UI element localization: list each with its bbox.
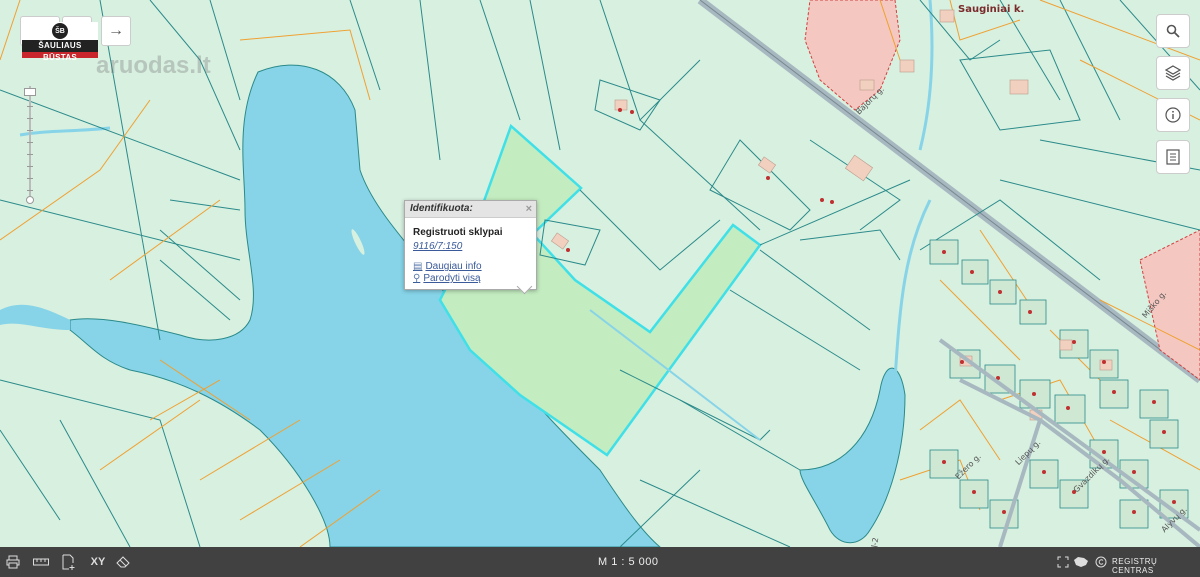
show-all-label: Parodyti visą: [423, 273, 481, 284]
parcel-id-link[interactable]: 9116/7:150: [413, 241, 536, 252]
search-button[interactable]: [1156, 14, 1190, 48]
popup-header: Identifikuota: ×: [405, 201, 536, 218]
scale-label: M 1 : 5 000: [598, 556, 659, 568]
eraser-icon: [116, 556, 130, 568]
print-icon: [6, 555, 20, 569]
arrow-right-icon: →: [108, 22, 124, 39]
more-info-link[interactable]: ▤ Daugiau info: [413, 261, 536, 272]
zoom-tick: [27, 154, 33, 155]
registry-brand: REGISTRŲ CENTRAS: [1112, 557, 1158, 575]
map-canvas[interactable]: Sauginiai k. Bajorų g. Miško g. Ežero g.…: [0, 0, 1200, 547]
fullscreen-button[interactable]: [1054, 554, 1072, 570]
info-icon: [1165, 107, 1181, 123]
copyright-button[interactable]: [1092, 554, 1110, 570]
watermark: aruodas.lt: [96, 52, 211, 79]
more-info-label: Daugiau info: [425, 261, 482, 272]
document-icon: ▤: [413, 261, 423, 272]
zoom-handle[interactable]: [24, 88, 36, 96]
legend-icon: [1166, 149, 1180, 165]
measure-button[interactable]: [32, 554, 50, 570]
street-label: J-2: [869, 536, 881, 547]
add-document-button[interactable]: [60, 554, 78, 570]
xy-button[interactable]: XY: [88, 554, 108, 570]
info-button[interactable]: [1156, 98, 1190, 132]
logo-badge: ŠB: [52, 23, 68, 39]
close-icon[interactable]: ×: [526, 201, 532, 217]
fullscreen-icon: [1057, 556, 1069, 568]
zoom-tick: [27, 118, 33, 119]
identify-popup: Identifikuota: × Registruoti sklypai 911…: [404, 200, 537, 295]
zoom-tick: [27, 142, 33, 143]
popup-title: Registruoti sklypai: [413, 227, 503, 238]
zoom-slider[interactable]: [24, 86, 36, 204]
show-all-link[interactable]: ⚲ Parodyti visą: [413, 273, 536, 284]
lithuania-map-icon: [1074, 557, 1088, 567]
search-icon: [1166, 24, 1180, 38]
measure-icon: [33, 558, 49, 566]
brand-logo: ŠB ŠAULIAUS BŪSTAS: [22, 22, 98, 72]
print-button[interactable]: [4, 554, 22, 570]
zoom-tick: [27, 190, 33, 191]
forward-button[interactable]: →: [101, 16, 131, 46]
zoom-track[interactable]: [29, 86, 31, 196]
popup-header-text: Identifikuota:: [410, 203, 473, 214]
lithuania-map-button[interactable]: [1072, 554, 1090, 570]
zoom-tick: [27, 166, 33, 167]
zoom-tick: [27, 178, 33, 179]
layers-icon: [1165, 65, 1181, 81]
magnifier-icon: ⚲: [413, 273, 421, 284]
bottom-toolbar: XY M 1 : 5 000 REGISTRŲ CENTRAS: [0, 547, 1200, 577]
layers-button[interactable]: [1156, 56, 1190, 90]
xy-icon: XY: [90, 556, 106, 568]
place-label: Sauginiai k.: [958, 4, 1025, 15]
eraser-button[interactable]: [114, 554, 132, 570]
logo-text: ŠAULIAUS BŪSTAS: [22, 40, 98, 62]
zoom-min-marker: [26, 196, 34, 204]
zoom-tick: [27, 106, 33, 107]
copyright-icon: [1095, 556, 1107, 568]
zoom-tick: [27, 130, 33, 131]
legend-button[interactable]: [1156, 140, 1190, 174]
add-document-icon: [62, 554, 75, 570]
